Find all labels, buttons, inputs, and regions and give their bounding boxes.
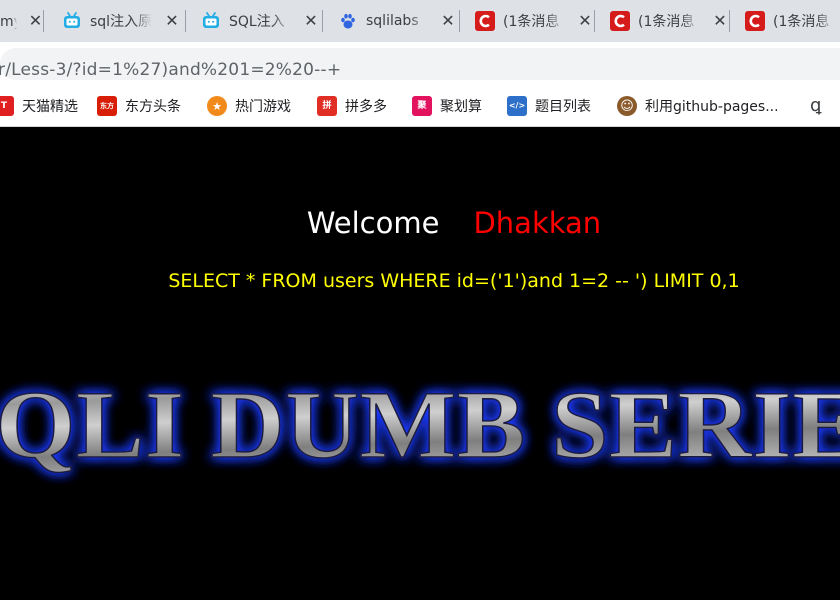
bookmark-juhuasuan[interactable]: 聚 聚划算 [412,95,482,117]
page-content: Welcome Dhakkan SELECT * FROM users WHERE… [0,127,840,600]
code-icon: </> [507,96,527,116]
overflow-bookmark-icon: ꝗ [810,94,822,116]
bookmark-label: 东方头条 [125,99,181,115]
tab-title: (1条消息 [638,14,695,30]
bookmark-label: 天猫精选 [22,99,78,115]
tab-title: SQL注入 [229,14,285,30]
url-input[interactable]: r/Less-3/?id=1%27)and%201=2%20--+ [0,48,840,80]
tab-title: mysql哪 [0,14,17,30]
tab-close-icon[interactable]: ✕ [438,11,458,31]
sql-query-text: SELECT * FROM users WHERE id=('1')and 1=… [168,270,740,292]
tab-close-icon[interactable]: ✕ [575,11,595,31]
bookmark-label: 题目列表 [535,99,591,115]
avatar-icon: ☺ [617,96,637,116]
bookmark-github-pages[interactable]: ☺ 利用github-pages... [617,95,779,117]
tab-close-icon[interactable]: ✕ [162,11,182,31]
games-icon: ★ [207,96,227,116]
tab-title: (1条消息 [503,14,560,30]
tab-title: sqlilabs [366,13,419,29]
bookmark-games[interactable]: ★ 热门游戏 [207,95,291,117]
bookmark-pinduoduo[interactable]: 拼 拼多多 [317,95,387,117]
bookmark-label: 聚划算 [440,99,482,115]
tmall-icon: T [0,96,14,116]
sqli-dumb-series-banner: SQLI DUMB SERIES [0,370,840,479]
tab-5[interactable]: (1条消息 ✕ [459,0,595,42]
dongfang-icon: 东方 [97,96,117,116]
tab-close-icon[interactable]: ✕ [710,11,730,31]
tab-6[interactable]: (1条消息 ✕ [594,0,730,42]
baidu-paw-icon [338,11,358,31]
bookmark-dongfang[interactable]: 东方 东方头条 [97,95,181,117]
tab-close-icon[interactable]: ✕ [301,11,321,31]
bookmark-label: 拼多多 [345,99,387,115]
tab-separator [43,10,44,32]
tab-1[interactable]: mysql哪 ✕ [0,0,44,42]
bookmark-label: 热门游戏 [235,99,291,115]
username-text: Dhakkan [473,206,602,240]
tab-2[interactable]: sql注入原 ✕ [46,0,186,42]
tab-3[interactable]: SQL注入 ✕ [185,0,323,42]
tab-4[interactable]: sqlilabs ✕ [322,0,460,42]
bookmark-label: 利用github-pages... [645,99,779,115]
pinduoduo-icon: 拼 [317,96,337,116]
tab-title: sql注入原 [90,14,152,30]
address-bar: r/Less-3/?id=1%27)and%201=2%20--+ [0,42,840,86]
tab-strip: mysql哪 ✕ sql注入原 ✕ [0,0,840,42]
url-text[interactable]: r/Less-3/?id=1%27)and%201=2%20--+ [0,60,341,80]
csdn-icon [745,11,765,31]
bilibili-icon [62,11,82,31]
bookmark-tmall[interactable]: T 天猫精选 [0,95,78,117]
banner-text: SQLI DUMB SERIES [0,371,840,478]
tab-7[interactable]: (1条消息 ✕ [729,0,840,42]
bilibili-icon [201,11,221,31]
csdn-icon [610,11,630,31]
tab-title: (1条消息 [773,14,830,30]
juhuasuan-icon: 聚 [412,96,432,116]
csdn-icon [475,11,495,31]
bookmark-problem-list[interactable]: </> 题目列表 [507,95,591,117]
welcome-text: Welcome [306,206,440,240]
welcome-line: Welcome Dhakkan [0,206,840,240]
bookmarks-bar: T 天猫精选 东方 东方头条 ★ 热门游戏 拼 拼多多 聚 聚划算 </> 题目… [0,86,840,127]
bookmark-more[interactable]: ꝗ [810,94,821,116]
tab-close-icon[interactable]: ✕ [27,11,44,31]
